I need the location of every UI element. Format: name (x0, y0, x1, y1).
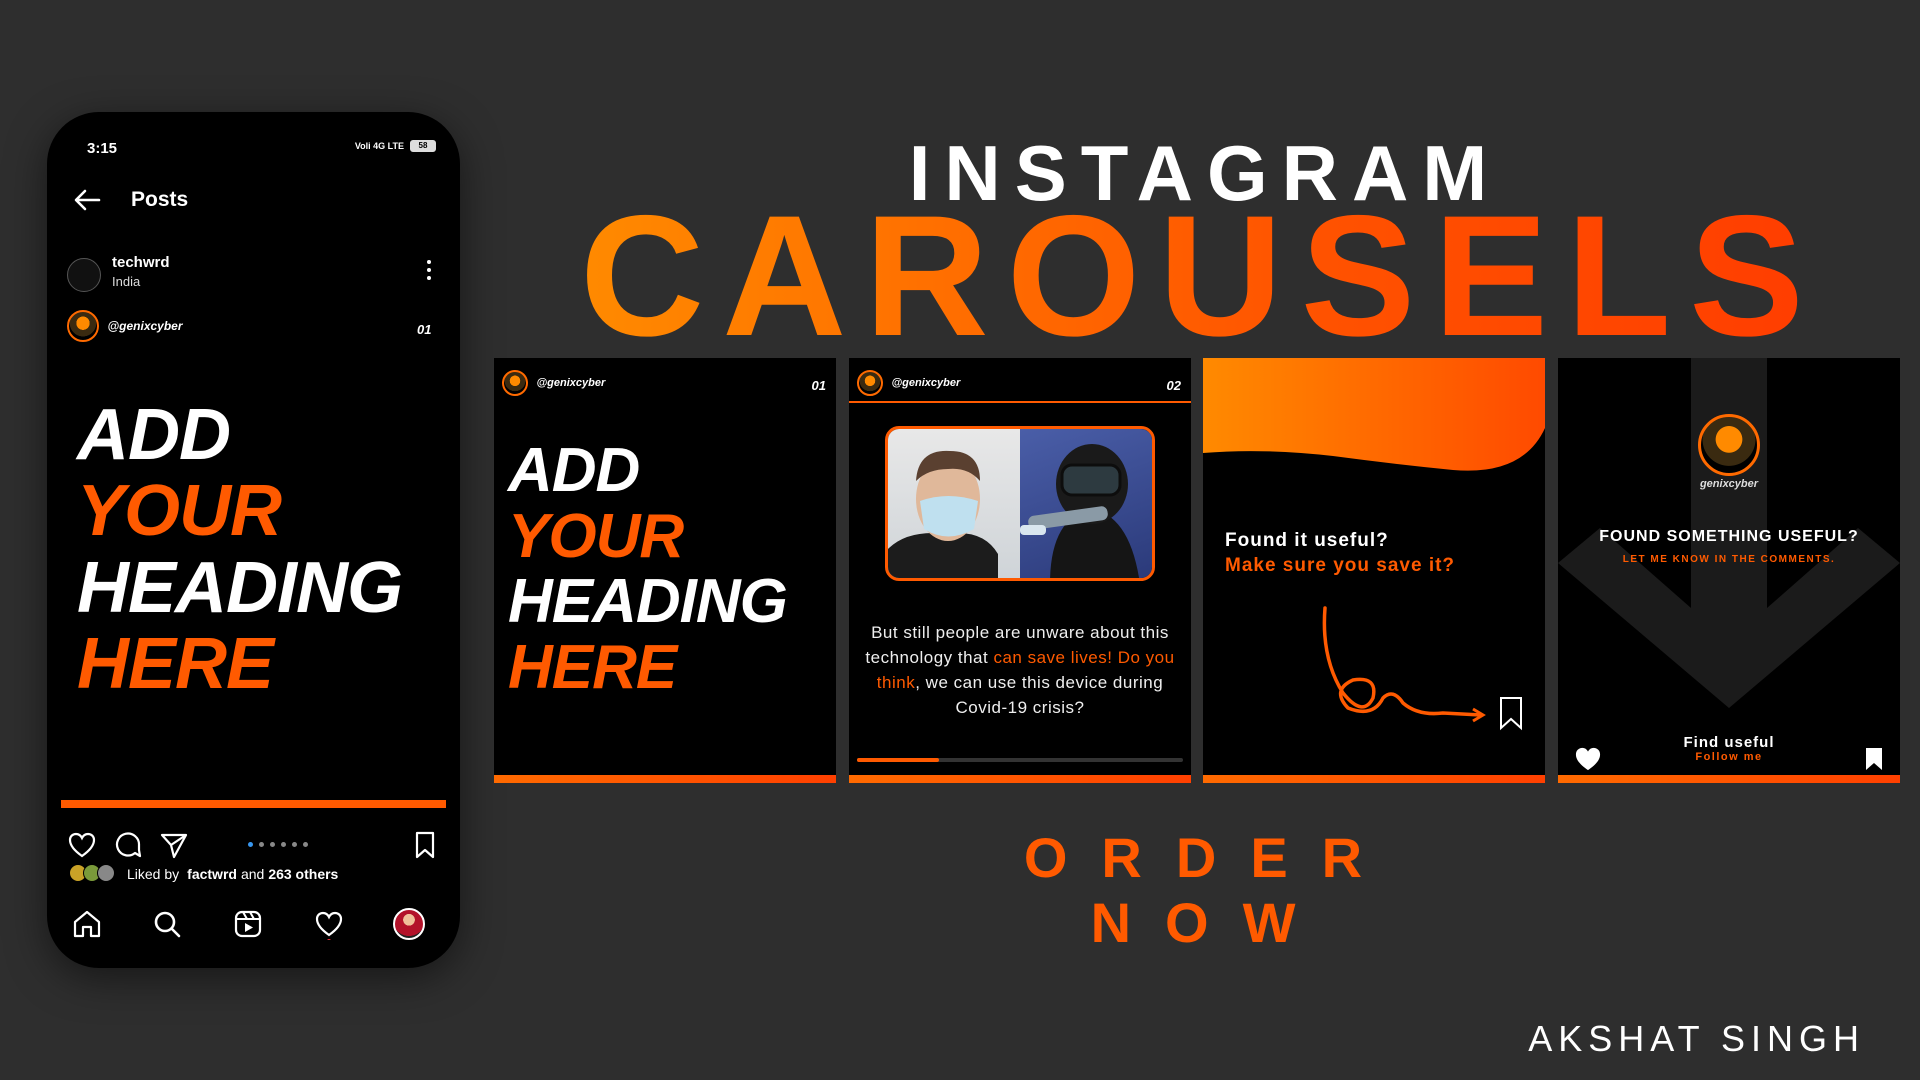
heading-line-1: ADD (77, 395, 231, 475)
carousel-card-4: genixcyber FOUND SOMETHING USEFUL? LET M… (1558, 358, 1900, 783)
profile-avatar[interactable] (393, 908, 425, 940)
card-handle: @genixcyber (107, 319, 183, 333)
diver-mask-illustration (1020, 444, 1139, 578)
network-indicator: Voli 4G LTE (354, 141, 404, 151)
card-title: FOUND SOMETHING USEFUL? (1599, 528, 1859, 545)
search-icon[interactable] (151, 908, 183, 940)
progress-fill (857, 758, 939, 762)
page-number: 02 (1166, 378, 1181, 393)
author-name: AKSHAT SINGH (1528, 1018, 1865, 1059)
carousel-dot (303, 842, 308, 847)
card-header: @genixcyber (857, 370, 960, 396)
liked-others[interactable]: 263 others (268, 866, 338, 882)
page-number: 01 (811, 378, 826, 393)
title-line-2: CAROUSELS (580, 180, 1822, 372)
post-username[interactable]: techwrd (112, 254, 170, 271)
bookmark-icon[interactable] (410, 830, 440, 860)
brand-logo-icon (857, 370, 883, 396)
heading-line-4: HERE (77, 623, 274, 704)
body-highlight-1: can save lives! (993, 648, 1113, 667)
photo-frame (885, 426, 1155, 581)
carousel-card-2: @genixcyber 02 But still people are unwa… (849, 358, 1191, 783)
card-body-text: But still people are unware about this t… (855, 620, 1185, 720)
post-location[interactable]: India (112, 274, 140, 289)
liked-and: and (240, 866, 265, 882)
logo-badge (1698, 414, 1760, 476)
heading-line-2: YOUR (508, 501, 684, 571)
carousel-dot (270, 842, 275, 847)
carousel-card-1: @genixcyber 01 ADD YOUR HEADING HERE (494, 358, 836, 783)
status-bar: 3:15 Voli 4G LTE 58 (47, 136, 460, 162)
more-options-icon[interactable] (424, 256, 434, 286)
card-header: @genixcyber (502, 370, 605, 396)
card-handle: @genixcyber (891, 377, 961, 389)
battery-icon: 58 (410, 140, 436, 152)
avatar (97, 864, 115, 882)
diver-mask-photo (1020, 429, 1152, 578)
activity-heart-icon[interactable] (313, 908, 345, 940)
carousel-card-3: Found it useful? Make sure you save it? (1203, 358, 1545, 783)
carousel-dot (259, 842, 264, 847)
bottom-nav (61, 902, 446, 952)
post-accent-bar (61, 800, 446, 808)
back-arrow-icon[interactable] (69, 182, 105, 218)
bookmark-filled-icon (1866, 748, 1882, 770)
heading-line-4: HERE (508, 633, 677, 703)
card-subtitle: LET ME KNOW IN THE COMMENTS. (1622, 554, 1836, 565)
carousel-dot (281, 842, 286, 847)
follow-me-text: Follow me (1695, 751, 1763, 763)
liked-user[interactable]: factwrd (187, 866, 237, 882)
heart-filled-icon (1575, 747, 1601, 771)
liked-avatars (69, 864, 119, 884)
account-avatar[interactable] (67, 258, 101, 292)
heading-line-2: YOUR (77, 471, 282, 552)
brand-logo-icon (67, 310, 99, 342)
post-actions (65, 830, 442, 866)
masked-person-photo (888, 429, 1020, 578)
masked-person-illustration (888, 450, 998, 578)
card-handle: genixcyber (1699, 478, 1759, 490)
status-icons: Voli 4G LTE 58 (355, 140, 436, 152)
home-icon[interactable] (71, 908, 103, 940)
reels-icon[interactable] (232, 908, 264, 940)
post-card-header: @genixcyber (67, 310, 397, 350)
carousel-dot (292, 842, 297, 847)
phone-mockup: 3:15 Voli 4G LTE 58 Posts techwrd India … (47, 112, 460, 968)
page-number: 01 (417, 322, 432, 337)
heading-line-3: HEADING (508, 567, 788, 637)
screen-title: Posts (131, 188, 189, 211)
post-heading: ADD YOUR HEADING HERE (77, 395, 403, 704)
carousel-dot (248, 842, 253, 847)
like-heart-icon[interactable] (67, 830, 97, 860)
brand-logo-icon (502, 370, 528, 396)
comment-icon[interactable] (113, 830, 143, 860)
header-divider (849, 401, 1191, 403)
heading-line-3: HEADING (77, 547, 403, 628)
liked-prefix: Liked by (127, 866, 180, 882)
swirl-arrow-icon (1322, 606, 1522, 731)
post-header: techwrd India (67, 252, 440, 296)
likes-summary: Liked by factwrd and 263 others (69, 864, 338, 884)
order-now-text: ORDER NOW (1023, 826, 1397, 954)
carousel-dots (248, 842, 308, 847)
heading-line-1: ADD (508, 436, 640, 505)
status-time: 3:15 (87, 140, 118, 157)
card-heading: ADD YOUR HEADING HERE (508, 436, 788, 703)
find-useful-text: Find useful (1683, 734, 1775, 751)
progress-bar (857, 758, 1183, 762)
share-send-icon[interactable] (159, 830, 189, 860)
brand-logo-icon (1698, 414, 1760, 476)
body-text-2: , we can use this device during Covid-19… (915, 673, 1164, 717)
card-handle: @genixcyber (536, 377, 606, 389)
